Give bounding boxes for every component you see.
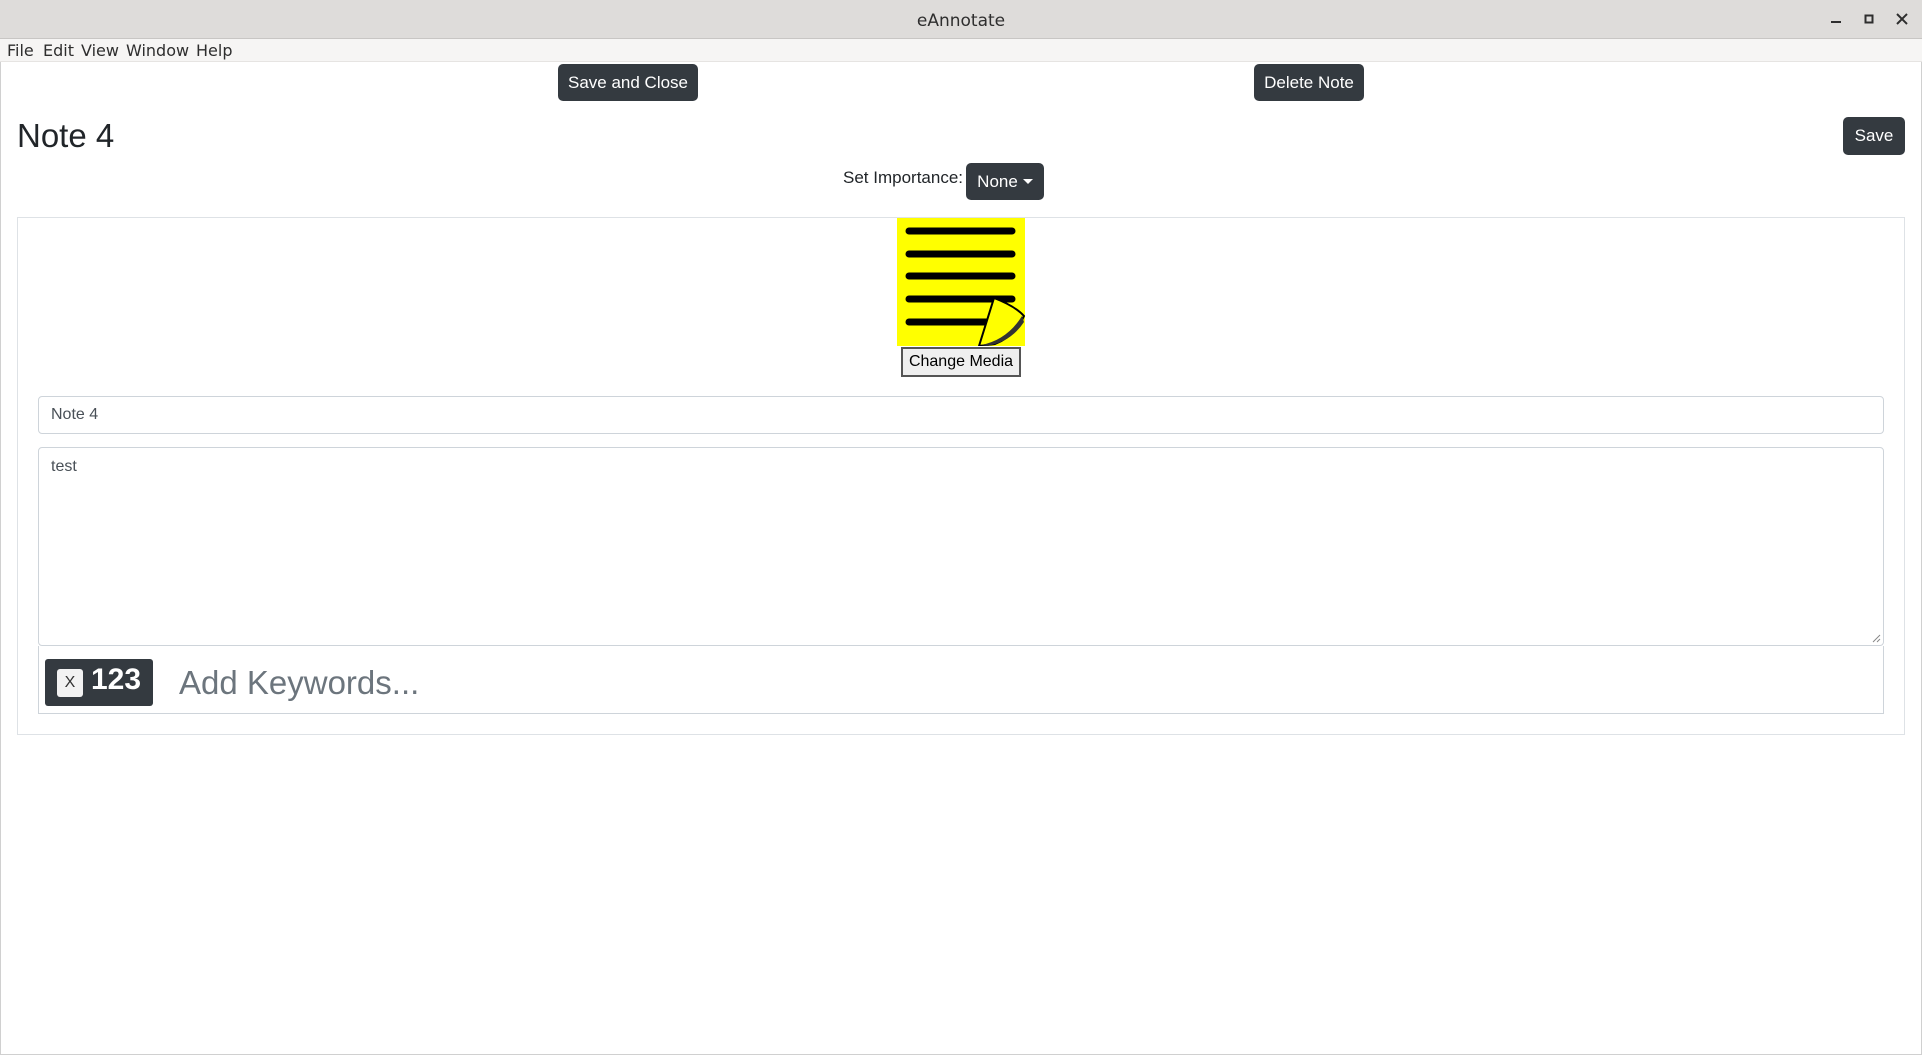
caret-down-icon: [1022, 179, 1033, 184]
window-titlebar: eAnnotate: [0, 0, 1922, 39]
keywords-input-area[interactable]: X 123 Add Keywords...: [38, 646, 1884, 714]
window-title: eAnnotate: [916, 11, 1006, 31]
menu-file[interactable]: File: [7, 41, 34, 60]
change-media-button[interactable]: Change Media: [901, 347, 1021, 377]
save-button[interactable]: Save: [1843, 117, 1905, 155]
keywords-input[interactable]: Add Keywords...: [179, 664, 419, 702]
menu-edit[interactable]: Edit: [43, 41, 74, 60]
keyword-tag-label: 123: [91, 663, 142, 696]
menu-help[interactable]: Help: [196, 41, 232, 60]
importance-value: None: [977, 171, 1018, 191]
maximize-icon[interactable]: [1857, 7, 1881, 31]
note-body-text: test: [51, 458, 77, 475]
note-body-textarea[interactable]: test: [38, 447, 1884, 646]
sticky-note-icon: [897, 218, 1026, 348]
keyword-remove-button[interactable]: X: [57, 669, 83, 697]
resize-grip-icon[interactable]: [1872, 634, 1881, 643]
menubar: File Edit View Window Help: [0, 39, 1922, 62]
close-icon[interactable]: [1890, 7, 1914, 31]
page-title: Note 4: [17, 117, 115, 154]
importance-dropdown[interactable]: None: [966, 163, 1044, 200]
delete-note-button[interactable]: Delete Note: [1254, 64, 1364, 101]
menu-view[interactable]: View: [81, 41, 119, 60]
save-and-close-button[interactable]: Save and Close: [558, 64, 698, 101]
menu-window[interactable]: Window: [126, 41, 189, 60]
minimize-icon[interactable]: [1824, 7, 1848, 31]
keyword-tag: X 123: [45, 659, 153, 706]
note-title-input[interactable]: Note 4: [38, 396, 1884, 434]
importance-label: Set Importance:: [843, 168, 964, 187]
